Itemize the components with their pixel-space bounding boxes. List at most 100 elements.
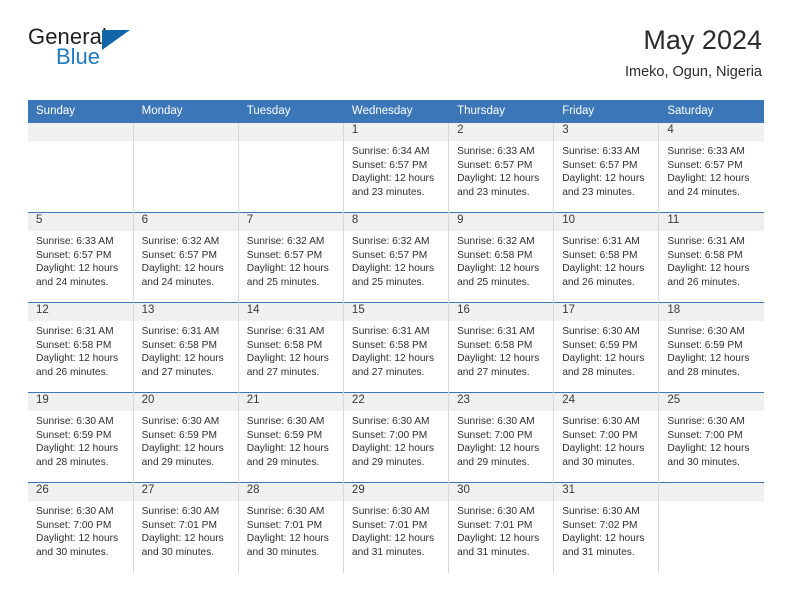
- day-details: Sunrise: 6:30 AM Sunset: 7:00 PM Daylight:…: [28, 501, 133, 559]
- sunset-time: Sunset: 6:58 PM: [246, 339, 323, 351]
- day-number: 9: [449, 213, 554, 231]
- page-header: General Blue May 2024 Imeko, Ogun, Niger…: [28, 0, 764, 100]
- daylight-duration-line2: and 23 minutes.: [562, 186, 635, 198]
- day-number: [659, 483, 764, 501]
- calendar-day-cell[interactable]: 30 Sunrise: 6:30 AM Sunset: 7:01 PM Dayligh…: [448, 482, 555, 573]
- calendar-day-cell[interactable]: 13 Sunrise: 6:31 AM Sunset: 6:58 PM Dayligh…: [133, 302, 239, 393]
- calendar-day-cell[interactable]: 2 Sunrise: 6:33 AM Sunset: 6:57 PM Daylight…: [448, 122, 555, 213]
- day-number: 25: [659, 393, 764, 411]
- calendar-day-cell[interactable]: 29 Sunrise: 6:30 AM Sunset: 7:01 PM Dayligh…: [343, 482, 450, 573]
- sunrise-time: Sunrise: 6:30 AM: [667, 326, 745, 337]
- sunset-time: Sunset: 6:57 PM: [667, 159, 743, 171]
- calendar-day-cell[interactable]: 25 Sunrise: 6:30 AM Sunset: 7:00 PM Dayligh…: [658, 392, 764, 483]
- calendar-week-row: 19 Sunrise: 6:30 AM Sunset: 6:59 PM Dayligh…: [28, 392, 764, 483]
- day-details: Sunrise: 6:30 AM Sunset: 6:59 PM Daylight:…: [134, 411, 238, 469]
- day-number: [238, 123, 343, 141]
- calendar-day-cell[interactable]: 3 Sunrise: 6:33 AM Sunset: 6:57 PM Daylight…: [553, 122, 660, 213]
- sunset-time: Sunset: 7:00 PM: [562, 429, 638, 441]
- calendar-week-row: 5 Sunrise: 6:33 AM Sunset: 6:57 PM Daylight…: [28, 212, 764, 303]
- calendar-day-cell[interactable]: 6 Sunrise: 6:32 AM Sunset: 6:57 PM Daylight…: [133, 212, 239, 303]
- calendar-day-cell[interactable]: 16 Sunrise: 6:31 AM Sunset: 6:58 PM Dayligh…: [448, 302, 555, 393]
- calendar-day-cell[interactable]: 18 Sunrise: 6:30 AM Sunset: 6:59 PM Dayligh…: [658, 302, 764, 393]
- calendar-day-cell[interactable]: 11 Sunrise: 6:31 AM Sunset: 6:58 PM Dayligh…: [658, 212, 764, 303]
- sunset-time: Sunset: 7:01 PM: [246, 519, 323, 531]
- day-details: Sunrise: 6:30 AM Sunset: 7:01 PM Daylight:…: [344, 501, 448, 559]
- day-number: 13: [133, 303, 238, 321]
- calendar-day-cell[interactable]: 26 Sunrise: 6:30 AM Sunset: 7:00 PM Dayligh…: [28, 482, 134, 573]
- calendar-day-cell[interactable]: 21 Sunrise: 6:30 AM Sunset: 6:59 PM Dayligh…: [238, 392, 344, 483]
- sunrise-time: Sunrise: 6:30 AM: [246, 506, 325, 517]
- calendar-day-cell[interactable]: 5 Sunrise: 6:33 AM Sunset: 6:57 PM Daylight…: [28, 212, 134, 303]
- daylight-duration-line2: and 25 minutes.: [351, 276, 425, 288]
- page-subtitle: Imeko, Ogun, Nigeria: [624, 63, 762, 80]
- day-number: 22: [343, 393, 449, 411]
- calendar-day-cell[interactable]: 24 Sunrise: 6:30 AM Sunset: 7:00 PM Dayligh…: [553, 392, 660, 483]
- day-details: Sunrise: 6:30 AM Sunset: 7:01 PM Daylight:…: [239, 501, 343, 559]
- daylight-duration-line2: and 26 minutes.: [562, 276, 635, 288]
- calendar-day-cell[interactable]: 14 Sunrise: 6:31 AM Sunset: 6:58 PM Dayligh…: [238, 302, 344, 393]
- day-number: 24: [554, 393, 659, 411]
- calendar-day-cell[interactable]: 10 Sunrise: 6:31 AM Sunset: 6:58 PM Dayligh…: [553, 212, 660, 303]
- sunset-time: Sunset: 6:59 PM: [667, 339, 743, 351]
- daylight-duration-line1: Daylight: 12 hours: [562, 443, 645, 455]
- daylight-duration-line2: and 23 minutes.: [351, 186, 425, 198]
- calendar-day-cell[interactable]: 9 Sunrise: 6:32 AM Sunset: 6:58 PM Daylight…: [448, 212, 555, 303]
- daylight-duration-line1: Daylight: 12 hours: [667, 443, 750, 455]
- day-number: 15: [343, 303, 449, 321]
- calendar-day-cell[interactable]: 4 Sunrise: 6:33 AM Sunset: 6:57 PM Daylight…: [658, 122, 764, 213]
- calendar-day-cell[interactable]: 27 Sunrise: 6:30 AM Sunset: 7:01 PM Dayligh…: [133, 482, 239, 573]
- calendar-day-cell[interactable]: 28 Sunrise: 6:30 AM Sunset: 7:01 PM Dayligh…: [238, 482, 344, 573]
- day-details: Sunrise: 6:30 AM Sunset: 6:59 PM Daylight:…: [554, 321, 658, 379]
- calendar-week-row: 26 Sunrise: 6:30 AM Sunset: 7:00 PM Dayligh…: [28, 482, 764, 573]
- brand-logo[interactable]: General Blue: [28, 26, 148, 80]
- day-details: Sunrise: 6:31 AM Sunset: 6:58 PM Daylight:…: [554, 231, 658, 289]
- day-details: Sunrise: 6:32 AM Sunset: 6:57 PM Daylight:…: [344, 231, 448, 289]
- daylight-duration-line2: and 31 minutes.: [562, 546, 635, 558]
- sunrise-time: Sunrise: 6:30 AM: [667, 416, 745, 427]
- calendar-day-cell[interactable]: 8 Sunrise: 6:32 AM Sunset: 6:57 PM Daylight…: [343, 212, 450, 303]
- sunset-time: Sunset: 6:58 PM: [36, 339, 112, 351]
- day-number: 4: [659, 123, 764, 141]
- calendar-day-cell[interactable]: 23 Sunrise: 6:30 AM Sunset: 7:00 PM Dayligh…: [448, 392, 555, 483]
- daylight-duration-line2: and 27 minutes.: [141, 366, 215, 378]
- sunset-time: Sunset: 6:57 PM: [351, 159, 428, 171]
- calendar-day-cell[interactable]: 31 Sunrise: 6:30 AM Sunset: 7:02 PM Dayligh…: [553, 482, 660, 573]
- sunrise-time: Sunrise: 6:30 AM: [351, 416, 430, 427]
- day-details: Sunrise: 6:34 AM Sunset: 6:57 PM Daylight:…: [344, 141, 448, 199]
- calendar-day-cell[interactable]: 20 Sunrise: 6:30 AM Sunset: 6:59 PM Dayligh…: [133, 392, 239, 483]
- day-number: 12: [28, 303, 133, 321]
- day-number: 27: [133, 483, 238, 501]
- calendar-day-cell[interactable]: 15 Sunrise: 6:31 AM Sunset: 6:58 PM Dayligh…: [343, 302, 450, 393]
- sunset-time: Sunset: 6:58 PM: [667, 249, 743, 261]
- weekday-header-row: Sunday Monday Tuesday Wednesday Thursday…: [28, 100, 764, 123]
- calendar-day-cell[interactable]: 19 Sunrise: 6:30 AM Sunset: 6:59 PM Dayligh…: [28, 392, 134, 483]
- calendar-day-cell[interactable]: 22 Sunrise: 6:30 AM Sunset: 7:00 PM Dayligh…: [343, 392, 450, 483]
- daylight-duration-line1: Daylight: 12 hours: [141, 263, 224, 275]
- daylight-duration-line1: Daylight: 12 hours: [667, 173, 750, 185]
- daylight-duration-line2: and 29 minutes.: [141, 456, 215, 468]
- calendar-day-cell[interactable]: 17 Sunrise: 6:30 AM Sunset: 6:59 PM Dayligh…: [553, 302, 660, 393]
- calendar-day-cell[interactable]: 12 Sunrise: 6:31 AM Sunset: 6:58 PM Dayligh…: [28, 302, 134, 393]
- day-details: Sunrise: 6:32 AM Sunset: 6:57 PM Daylight:…: [239, 231, 343, 289]
- day-number: 3: [554, 123, 659, 141]
- day-number: [133, 123, 238, 141]
- daylight-duration-line1: Daylight: 12 hours: [36, 353, 119, 365]
- daylight-duration-line2: and 24 minutes.: [141, 276, 215, 288]
- sunset-time: Sunset: 7:00 PM: [36, 519, 112, 531]
- sunrise-time: Sunrise: 6:30 AM: [457, 506, 535, 517]
- day-details: Sunrise: 6:32 AM Sunset: 6:58 PM Daylight:…: [449, 231, 553, 289]
- daylight-duration-line2: and 29 minutes.: [457, 456, 530, 468]
- sunrise-time: Sunrise: 6:30 AM: [562, 506, 640, 517]
- day-details: Sunrise: 6:31 AM Sunset: 6:58 PM Daylight:…: [659, 231, 764, 289]
- calendar-empty-cell: [658, 482, 764, 573]
- daylight-duration-line2: and 30 minutes.: [36, 546, 109, 558]
- daylight-duration-line1: Daylight: 12 hours: [36, 533, 119, 545]
- sunset-time: Sunset: 7:00 PM: [351, 429, 428, 441]
- daylight-duration-line2: and 28 minutes.: [36, 456, 109, 468]
- day-number: 18: [659, 303, 764, 321]
- sunrise-time: Sunrise: 6:31 AM: [36, 326, 114, 337]
- calendar-day-cell[interactable]: 1 Sunrise: 6:34 AM Sunset: 6:57 PM Daylight…: [343, 122, 450, 213]
- calendar-day-cell[interactable]: 7 Sunrise: 6:32 AM Sunset: 6:57 PM Daylight…: [238, 212, 344, 303]
- sunrise-time: Sunrise: 6:33 AM: [457, 146, 535, 157]
- sunrise-time: Sunrise: 6:31 AM: [246, 326, 325, 337]
